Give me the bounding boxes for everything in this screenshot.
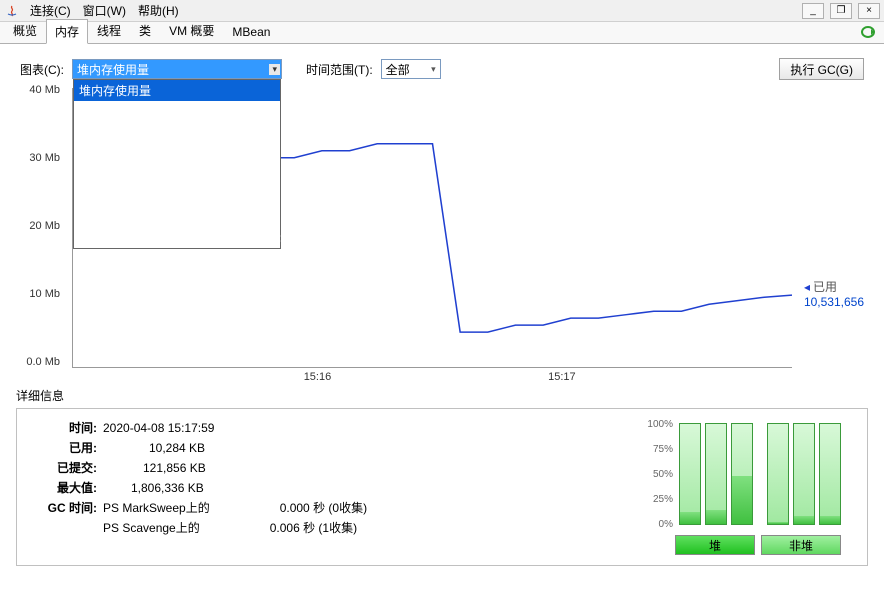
heap-button[interactable]: 堆 (675, 535, 755, 555)
y-tick: 10 Mb (29, 288, 60, 300)
minimize-button[interactable]: _ (802, 3, 824, 19)
tab-bar: 概览 内存 线程 类 VM 概要 MBean (0, 22, 884, 44)
committed-label: 已提交: (31, 459, 97, 476)
bar[interactable] (731, 423, 753, 525)
used-label: 已用: (31, 439, 97, 456)
gc-label: GC 时间: (31, 499, 97, 516)
maximize-button[interactable]: ❐ (830, 3, 852, 19)
y-tick: 40 Mb (29, 84, 60, 96)
gc1-name: PS MarkSweep上的 (103, 499, 210, 516)
nonheap-button[interactable]: 非堆 (761, 535, 841, 555)
scale-tick: 50% (653, 469, 673, 480)
timerange-label: 时间范围(T): (306, 61, 373, 78)
timerange-value: 全部 (386, 61, 410, 78)
dropdown-item[interactable]: 内存池 "PS Eden Space" (74, 143, 280, 164)
scale-tick: 25% (653, 494, 673, 505)
chevron-down-icon: ▾ (431, 64, 436, 75)
committed-value: 121,856 KB (143, 461, 206, 475)
controls-row: 图表(C): 堆内存使用量 ▾ 堆内存使用量 非堆内存使用量 内存池 "PS O… (0, 44, 884, 88)
scale-tick: 75% (653, 444, 673, 455)
dropdown-item[interactable]: 非堆内存使用量 (74, 101, 280, 122)
chart-label: 图表(C): (20, 61, 64, 78)
bar[interactable] (767, 423, 789, 525)
chart-select[interactable]: 堆内存使用量 ▾ 堆内存使用量 非堆内存使用量 内存池 "PS Old Gen"… (72, 59, 282, 79)
scale-tick: 100% (647, 419, 673, 430)
y-tick: 20 Mb (29, 220, 60, 232)
time-value: 2020-04-08 15:17:59 (103, 421, 214, 435)
y-tick: 30 Mb (29, 152, 60, 164)
nonheap-bars (767, 423, 841, 525)
java-icon (4, 3, 20, 19)
max-value: 1,806,336 KB (131, 481, 204, 495)
chart-select-value: 堆内存使用量 (77, 61, 149, 78)
used-value: 10,531,656 (804, 295, 864, 309)
details-title: 详细信息 (16, 387, 868, 404)
tab-threads[interactable]: 线程 (88, 18, 130, 43)
dropdown-item[interactable]: 内存池 "PS Old Gen" (74, 122, 280, 143)
dropdown-item[interactable]: 内存池 "Metaspace" (74, 185, 280, 206)
heap-bars (679, 423, 753, 525)
scale-tick: 0% (659, 519, 673, 530)
gc-button[interactable]: 执行 GC(G) (779, 58, 864, 80)
y-tick: 0.0 Mb (26, 356, 60, 368)
max-label: 最大值: (31, 479, 97, 496)
gc2-name: PS Scavenge上的 (103, 519, 200, 536)
gc1-value: 0.000 秒 (0收集) (280, 499, 367, 516)
used-label-text: 已用 (813, 280, 837, 294)
close-button[interactable]: × (858, 3, 880, 19)
used-value: 10,284 KB (149, 441, 205, 455)
tab-overview[interactable]: 概览 (4, 18, 46, 43)
bar[interactable] (793, 423, 815, 525)
chart-dropdown: 堆内存使用量 非堆内存使用量 内存池 "PS Old Gen" 内存池 "PS … (73, 79, 281, 249)
chevron-down-icon: ▾ (269, 64, 280, 75)
bar[interactable] (679, 423, 701, 525)
timerange-select[interactable]: 全部 ▾ (381, 59, 441, 79)
tab-memory[interactable]: 内存 (46, 19, 88, 44)
tab-mbean[interactable]: MBean (223, 21, 279, 43)
y-axis: 40 Mb 30 Mb 20 Mb 10 Mb 0.0 Mb (16, 88, 64, 368)
dropdown-item[interactable]: 内存池 "PS Survivor Space" (74, 164, 280, 185)
bars-scale: 100% 75% 50% 25% 0% (643, 423, 673, 525)
bars-area: 100% 75% 50% 25% 0% 堆 非堆 (643, 419, 853, 555)
tab-classes[interactable]: 类 (130, 18, 160, 43)
tab-vm-summary[interactable]: VM 概要 (160, 18, 223, 43)
bar[interactable] (819, 423, 841, 525)
gc2-value: 0.006 秒 (1收集) (270, 519, 357, 536)
dropdown-item[interactable]: 内存池 "Compressed Class Space" (74, 227, 280, 248)
window-controls: _ ❐ × (802, 3, 880, 19)
used-indicator: ◂ 已用 10,531,656 (804, 278, 864, 309)
bar[interactable] (705, 423, 727, 525)
time-label: 时间: (31, 419, 97, 436)
x-tick: 15:16 (304, 371, 332, 383)
details-left: 时间: 2020-04-08 15:17:59 已用: 10,284 KB 已提交:… (31, 419, 643, 555)
refresh-icon[interactable] (860, 25, 876, 39)
x-tick: 15:17 (548, 371, 576, 383)
dropdown-item[interactable]: 内存池 "Code Cache" (74, 206, 280, 227)
details-box: 时间: 2020-04-08 15:17:59 已用: 10,284 KB 已提交:… (16, 408, 868, 566)
dropdown-item[interactable]: 堆内存使用量 (74, 80, 280, 101)
details-section: 详细信息 时间: 2020-04-08 15:17:59 已用: 10,284 KB… (16, 387, 868, 566)
